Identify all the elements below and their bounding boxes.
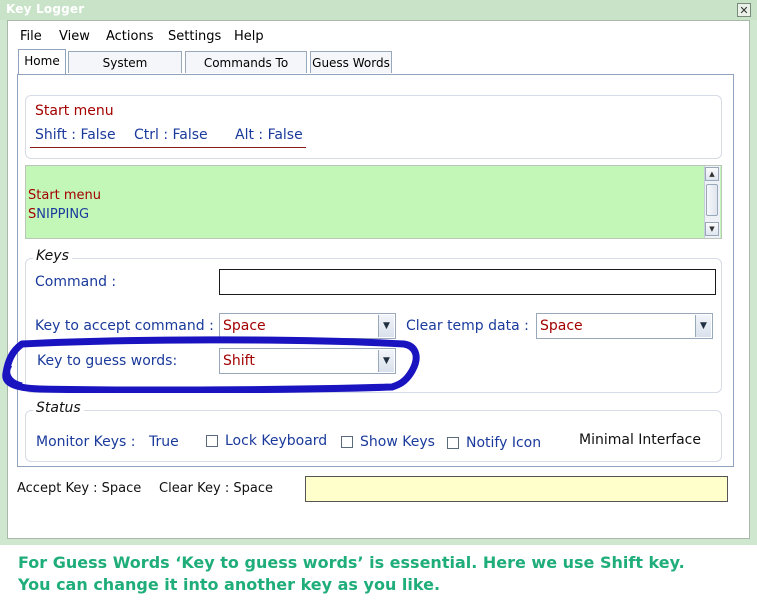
accept-key-label: Key to accept command :: [35, 318, 214, 334]
command-input[interactable]: [219, 269, 716, 295]
scroll-thumb[interactable]: [706, 184, 718, 216]
show-keys-checkbox[interactable]: [341, 436, 353, 448]
command-label: Command :: [35, 274, 117, 290]
accept-key-footer: Accept Key : Space: [17, 481, 142, 496]
clear-temp-value: Space: [540, 318, 583, 334]
ctrl-status: Ctrl : False: [134, 127, 208, 143]
highlight-loop: [2, 336, 420, 393]
menu-help[interactable]: Help: [234, 29, 264, 44]
alt-status: Alt : False: [235, 127, 303, 143]
chevron-down-icon[interactable]: ▼: [378, 315, 394, 337]
chevron-down-icon[interactable]: ▼: [695, 315, 711, 337]
current-key-group: [25, 95, 722, 159]
title-bar: [0, 0, 757, 20]
monitor-keys-label: Monitor Keys :: [36, 434, 136, 450]
clear-temp-label: Clear temp data :: [406, 318, 529, 334]
show-keys-label[interactable]: Show Keys: [360, 434, 435, 450]
tab-guess-words[interactable]: Guess Words: [310, 51, 392, 73]
menu-view[interactable]: View: [59, 29, 90, 44]
window-title: Key Logger: [6, 2, 85, 16]
clear-temp-select[interactable]: Space ▼: [536, 313, 713, 339]
monitor-keys-value: True: [149, 434, 179, 450]
lock-keyboard-checkbox[interactable]: [206, 435, 218, 447]
close-button[interactable]: ✕: [737, 3, 751, 17]
notify-icon-checkbox[interactable]: [447, 437, 459, 449]
accept-key-value: Space: [223, 318, 266, 334]
caption-line-2: You can change it into another key as yo…: [18, 575, 441, 594]
header-underline: [30, 147, 306, 148]
lock-keyboard-label[interactable]: Lock Keyboard: [225, 433, 327, 449]
shift-status: Shift : False: [35, 127, 116, 143]
menu-actions[interactable]: Actions: [106, 29, 154, 44]
highlight-annotation: [2, 336, 420, 393]
log-textbox[interactable]: [25, 165, 722, 239]
scroll-down-button[interactable]: ▼: [705, 222, 719, 236]
status-group-title: Status: [33, 400, 84, 416]
clear-key-footer: Clear Key : Space: [159, 481, 273, 496]
menu-settings[interactable]: Settings: [168, 29, 221, 44]
menu-file[interactable]: File: [20, 29, 42, 44]
keys-group-title: Keys: [33, 248, 72, 264]
scroll-up-button[interactable]: ▲: [705, 167, 719, 181]
minimal-interface-button[interactable]: Minimal Interface: [579, 432, 701, 448]
notify-icon-label[interactable]: Notify Icon: [466, 435, 541, 451]
log-line-1: Start menu: [28, 188, 102, 203]
tab-home[interactable]: Home: [18, 49, 66, 75]
footer-textbox[interactable]: [305, 476, 728, 502]
current-command-label: Start menu: [35, 103, 114, 119]
tab-commands-to-open[interactable]: Commands To Open: [185, 51, 307, 92]
tab-system-commands[interactable]: System Commands: [68, 51, 182, 92]
log-line-2: SNIPPING: [28, 207, 89, 222]
caption-line-1: For Guess Words ‘Key to guess words’ is …: [18, 553, 685, 572]
log-line-2-rest: NIPPING: [36, 207, 90, 222]
